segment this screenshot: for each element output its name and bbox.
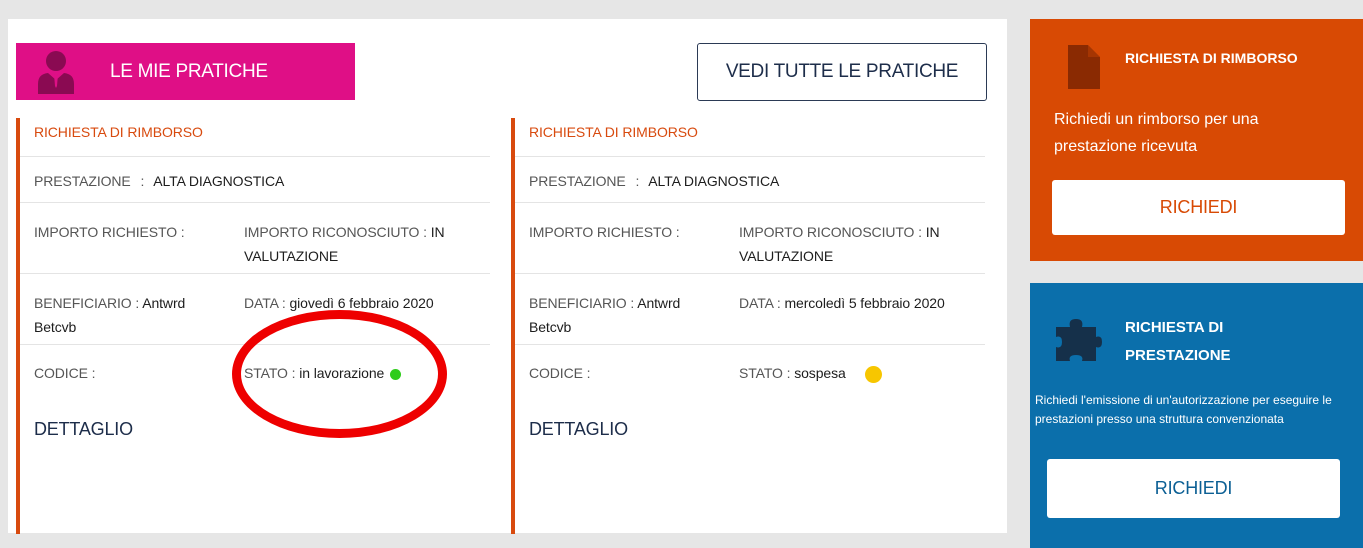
codice-label: CODICE :	[34, 365, 96, 381]
prestazione-row: PRESTAZIONE : ALTA DIAGNOSTICA	[20, 157, 490, 203]
practice-type: RICHIESTA DI RIMBORSO	[515, 118, 985, 157]
practice-card: RICHIESTA DI RIMBORSO PRESTAZIONE : ALTA…	[511, 118, 985, 534]
importo-row: IMPORTO RICHIESTO : IMPORTO RICONOSCIUTO…	[515, 203, 985, 274]
dettaglio-link[interactable]: DETTAGLIO	[34, 419, 490, 440]
reimbursement-request-box: RICHIESTA DI RIMBORSO Richiedi un rimbor…	[1030, 19, 1363, 261]
practice-type: RICHIESTA DI RIMBORSO	[20, 118, 490, 157]
person-icon	[38, 50, 74, 94]
data-label: DATA :	[739, 295, 781, 311]
service-box-title: RICHIESTA DI PRESTAZIONE	[1125, 319, 1231, 364]
importo-riconosciuto-label: IMPORTO RICONOSCIUTO :	[244, 224, 427, 240]
reimbursement-box-title: RICHIESTA DI RIMBORSO	[1125, 50, 1298, 66]
view-all-practices-button[interactable]: VEDI TUTTE LE PRATICHE	[697, 43, 987, 101]
beneficiario-label: BENEFICIARIO :	[34, 295, 140, 311]
codice-row: CODICE : STATO : sospesa	[515, 345, 985, 395]
stato-value: sospesa	[794, 365, 846, 381]
data-value: giovedì 6 febbraio 2020	[289, 295, 434, 311]
importo-richiesto-label: IMPORTO RICHIESTO :	[34, 224, 185, 240]
dettaglio-link[interactable]: DETTAGLIO	[529, 419, 985, 440]
codice-label: CODICE :	[529, 365, 591, 381]
importo-riconosciuto-label: IMPORTO RICONOSCIUTO :	[739, 224, 922, 240]
service-box-description: Richiedi l'emissione di un'autorizzazion…	[1035, 393, 1332, 426]
stato-label: STATO :	[739, 365, 791, 381]
prestazione-row: PRESTAZIONE : ALTA DIAGNOSTICA	[515, 157, 985, 203]
importo-row: IMPORTO RICHIESTO : IMPORTO RICONOSCIUTO…	[20, 203, 490, 274]
beneficiario-label: BENEFICIARIO :	[529, 295, 635, 311]
my-practices-header: LE MIE PRATICHE	[16, 43, 355, 100]
document-icon	[1068, 45, 1100, 89]
service-request-box: RICHIESTA DI PRESTAZIONE Richiedi l'emis…	[1030, 283, 1363, 548]
separator: :	[635, 173, 640, 189]
prestazione-label: PRESTAZIONE	[34, 173, 131, 189]
request-reimbursement-button[interactable]: RICHIEDI	[1052, 180, 1345, 235]
data-label: DATA :	[244, 295, 286, 311]
puzzle-icon	[1056, 319, 1102, 361]
beneficiario-row: BENEFICIARIO : Antwrd Betcvb DATA : merc…	[515, 274, 985, 345]
my-practices-title: LE MIE PRATICHE	[110, 60, 268, 82]
separator: :	[140, 173, 145, 189]
request-service-button[interactable]: RICHIEDI	[1047, 459, 1340, 518]
data-value: mercoledì 5 febbraio 2020	[784, 295, 945, 311]
status-dot-yellow	[865, 365, 883, 383]
prestazione-value: ALTA DIAGNOSTICA	[153, 173, 285, 189]
prestazione-value: ALTA DIAGNOSTICA	[648, 173, 780, 189]
importo-richiesto-label: IMPORTO RICHIESTO :	[529, 224, 680, 240]
prestazione-label: PRESTAZIONE	[529, 173, 626, 189]
annotation-circle	[232, 310, 447, 438]
practice-card: RICHIESTA DI RIMBORSO PRESTAZIONE : ALTA…	[16, 118, 490, 534]
reimbursement-box-description: Richiedi un rimborso per una prestazione…	[1054, 111, 1259, 155]
